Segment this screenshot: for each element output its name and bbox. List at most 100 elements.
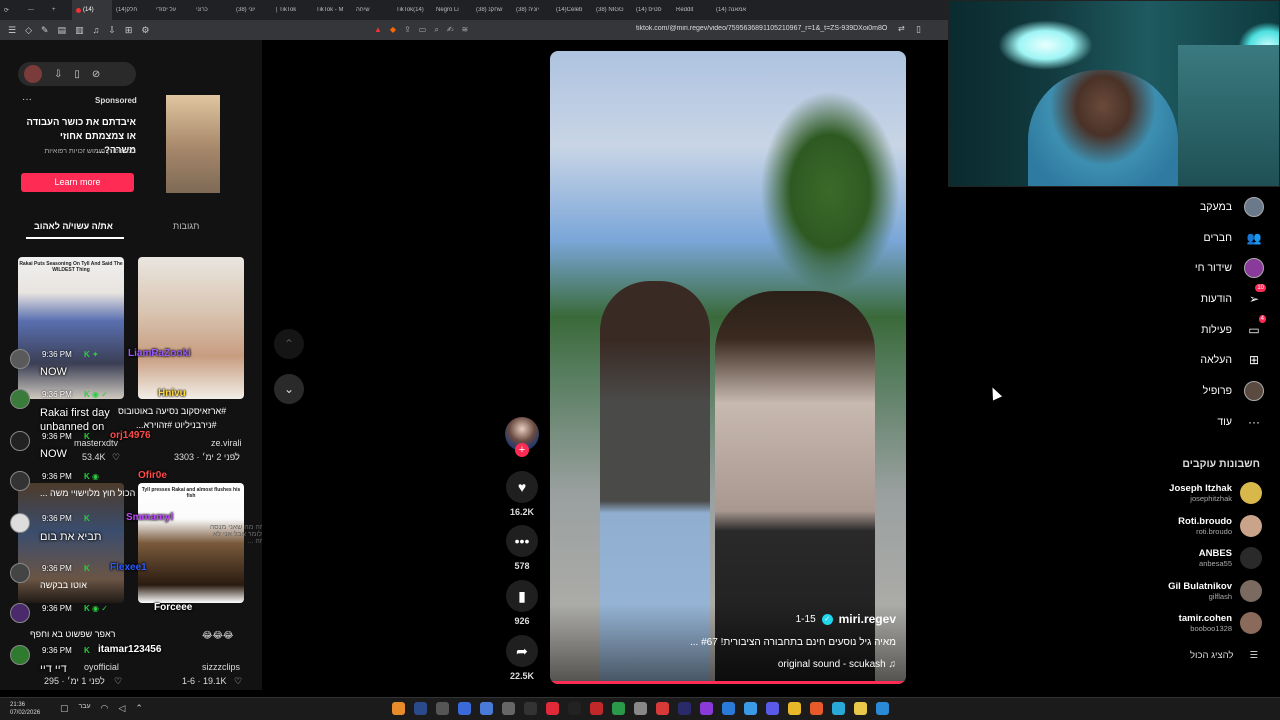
video-author[interactable]: miri.regev [839, 612, 896, 626]
search-icon[interactable]: ⌕ [434, 25, 438, 35]
extension-icon[interactable]: ✎ [41, 25, 49, 36]
compass-icon[interactable]: ⊘ [92, 69, 100, 80]
warning-icon[interactable]: ▲ [374, 25, 382, 35]
browser-tab[interactable]: + [48, 7, 72, 13]
app-icon[interactable] [392, 702, 405, 715]
phone-icon[interactable]: ▯ [74, 69, 80, 80]
followed-account[interactable]: Gil Bulatnikov gilflash [1168, 580, 1262, 602]
share-icon[interactable]: ⇪ [404, 25, 411, 35]
settings-icon[interactable]: ⚙ [141, 25, 149, 36]
video-player[interactable]: 1-15 ✓ miri.regev מאיה גיל נוסעים חינם ב… [550, 51, 906, 684]
nav-item-messages[interactable]: הודעות ➢ 10 [1201, 284, 1266, 309]
app-icon[interactable] [744, 702, 757, 715]
tab-you-may-like[interactable]: את/ה עשוי/ה לאהוב [34, 221, 113, 231]
grid-icon[interactable]: ⊞ [125, 25, 133, 36]
browser-tab[interactable]: (14)חלק [112, 7, 152, 13]
app-icon[interactable] [700, 702, 713, 715]
browser-tab[interactable]: שיחה [352, 7, 392, 13]
app-icon[interactable] [612, 702, 625, 715]
followed-account[interactable]: ANBES anbesa55 [1199, 547, 1262, 569]
browser-tab[interactable]: | TikTok [272, 7, 312, 13]
followed-account[interactable]: tamir.cohen booboo1328 [1179, 612, 1262, 634]
nav-item-profile[interactable]: פרופיל [1203, 381, 1264, 401]
comment-icon[interactable]: ••• [506, 525, 538, 557]
browser-tab[interactable]: Negro Li [432, 7, 472, 13]
app-icon[interactable] [546, 702, 559, 715]
share-action[interactable]: ➦ 22.5K [504, 635, 540, 681]
nav-item-friends[interactable]: חברים 👥 [1204, 228, 1264, 248]
app-icon[interactable] [568, 702, 581, 715]
app-icon[interactable] [436, 702, 449, 715]
browser-tab[interactable]: (38) שחקנ [472, 7, 512, 13]
app-icon[interactable] [678, 702, 691, 715]
app-icon[interactable] [634, 702, 647, 715]
app-icon[interactable] [502, 702, 515, 715]
app-icon[interactable] [832, 702, 845, 715]
url-field[interactable]: tiktok.com/@miri.regev/video/75956368911… [636, 25, 892, 32]
ad-image[interactable] [166, 95, 220, 193]
more-icon[interactable]: ··· [22, 94, 32, 105]
follow-plus-icon[interactable]: + [515, 443, 529, 457]
taskbar-clock[interactable]: 21:36 07/02/2026 [10, 701, 40, 717]
comment-action[interactable]: ••• 578 [504, 525, 540, 571]
browser-tab[interactable]: על יסודי [152, 7, 192, 13]
shield-icon[interactable]: ◇ [25, 25, 32, 36]
bookmark-icon[interactable]: ▯ [916, 24, 921, 35]
translate-icon[interactable]: ✍ [447, 25, 454, 35]
app-icon[interactable] [810, 702, 823, 715]
followed-account[interactable]: Roti.broudo roti.broudo [1178, 515, 1262, 537]
app-icon[interactable] [590, 702, 603, 715]
show-all-button[interactable]: להציג הכול ☰ [1190, 650, 1258, 661]
followed-account[interactable]: Joseph Itzhak josephitzhak [1169, 482, 1262, 504]
browser-tab[interactable]: TikTok(14) [392, 7, 432, 13]
next-video-button[interactable]: ⌄ [274, 374, 304, 404]
swap-icon[interactable]: ⇄ [898, 24, 905, 33]
download-icon[interactable]: ⇩ [54, 69, 62, 80]
nav-item-more[interactable]: עוד ··· [1217, 412, 1264, 432]
share-icon[interactable]: ➦ [506, 635, 538, 667]
heart-icon[interactable]: ♥ [506, 471, 538, 503]
like-action[interactable]: ♥ 16.2K [504, 471, 540, 517]
chevron-up-icon[interactable]: ⌃ [135, 703, 143, 714]
nav-item-upload[interactable]: העלאה ⊞ [1200, 350, 1264, 370]
wifi-icon[interactable]: ◠ [101, 703, 109, 714]
browser-tab[interactable]: (38) יוניה [512, 7, 552, 13]
menu-icon[interactable]: ☰ [8, 25, 16, 36]
app-icon[interactable] [854, 702, 867, 715]
previous-video-button[interactable]: ⌃ [274, 329, 304, 359]
browser-tab-active[interactable]: (14) [72, 0, 112, 20]
app-icon[interactable] [458, 702, 471, 715]
app-icon[interactable] [656, 702, 669, 715]
browser-tab[interactable]: Reddit [672, 7, 712, 13]
download-icon[interactable]: ⇩ [108, 25, 116, 36]
app-icon[interactable] [414, 702, 427, 715]
bookmark-icon[interactable]: ▮ [506, 580, 538, 612]
music-icon[interactable]: ♫ [93, 25, 100, 36]
notification-icon[interactable]: ▢ [60, 703, 69, 714]
save-action[interactable]: ▮ 926 [504, 580, 540, 626]
volume-icon[interactable]: ◁ [118, 703, 125, 714]
browser-tab[interactable]: (38) יוני [232, 7, 272, 13]
reader-icon[interactable]: ≋ [462, 25, 469, 35]
browser-tab[interactable]: כרוני [192, 7, 232, 13]
browser-tab[interactable]: סטיס (14) [632, 7, 672, 13]
panel-icon[interactable]: ▥ [75, 25, 84, 36]
app-icon[interactable] [788, 702, 801, 715]
browser-tab[interactable]: ⟳ [0, 7, 24, 14]
nav-item-following[interactable]: במעקב [1200, 197, 1264, 217]
screenshot-icon[interactable]: ▭ [419, 25, 427, 35]
app-icon[interactable] [722, 702, 735, 715]
tab-comments[interactable]: תגובות [173, 221, 199, 231]
video-sound[interactable]: original sound - scukash ♫ [778, 659, 896, 670]
video-progress-bar[interactable] [550, 681, 906, 684]
sidebar-icon[interactable]: ▤ [58, 25, 67, 36]
language-indicator[interactable]: עבר [79, 703, 91, 714]
app-icon[interactable] [876, 702, 889, 715]
nav-item-activity[interactable]: פעילות ▭ 4 [1201, 315, 1266, 340]
brave-icon[interactable]: ◆ [390, 25, 396, 35]
browser-tab[interactable]: (38) NIGG [592, 7, 632, 13]
nav-item-live[interactable]: שידור חי [1195, 258, 1264, 278]
browser-tab[interactable]: — [24, 7, 48, 13]
browser-tab[interactable]: (14)Celeb [552, 7, 592, 13]
avatar[interactable] [24, 65, 42, 83]
